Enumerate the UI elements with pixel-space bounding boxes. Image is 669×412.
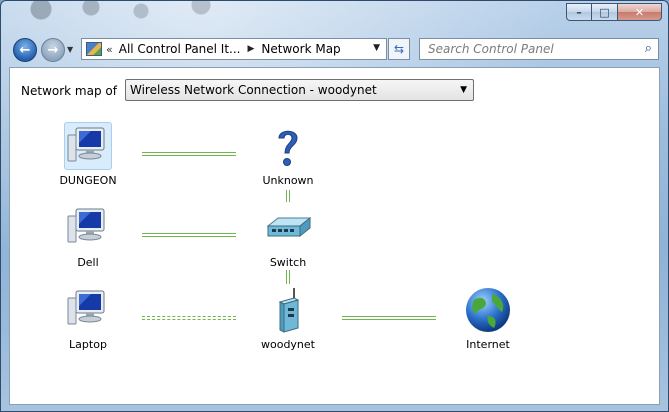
node-label: Dell [77,256,99,269]
breadcrumb-overflow-icon[interactable]: « [106,43,113,56]
close-icon: ✕ [634,5,645,19]
node-dell[interactable]: Dell [33,204,143,269]
address-dropdown-icon[interactable]: ▼ [373,43,380,53]
maximize-icon: □ [599,5,610,19]
connection-select[interactable]: Wireless Network Connection - woodynet ▼ [125,79,474,101]
link-dell-switch [142,233,236,237]
breadcrumb-all-control-panel[interactable]: All Control Panel It... [119,42,241,56]
desktop-background-strip [1,1,261,35]
node-label: Internet [466,338,510,351]
computer-icon [64,286,112,334]
search-box[interactable]: ⌕ [419,38,659,60]
minimize-button[interactable]: – [566,3,592,21]
network-map-of-label: Network map of [21,84,117,98]
back-button[interactable]: ← [13,38,37,62]
network-switch-icon [264,204,312,252]
node-laptop[interactable]: Laptop [33,286,143,351]
node-unknown[interactable]: Unknown [233,122,343,187]
node-dungeon[interactable]: DUNGEON [33,122,143,187]
caption-buttons: – □ ✕ [566,3,662,21]
computer-icon [64,204,112,252]
search-icon[interactable]: ⌕ [645,41,652,56]
node-router[interactable]: woodynet [233,286,343,351]
computer-icon [64,122,112,170]
node-internet[interactable]: Internet [433,286,543,351]
node-label: DUNGEON [59,174,117,187]
chevron-down-icon: ▼ [460,85,467,95]
link-router-internet [342,316,436,320]
address-bar[interactable]: « All Control Panel It... ▶ Network Map … [81,38,387,60]
connection-select-value: Wireless Network Connection - woodynet [130,83,377,97]
search-input[interactable] [426,41,640,57]
wireless-router-icon [264,286,312,334]
link-laptop-router-wireless [142,316,236,320]
node-label: Laptop [69,338,107,351]
node-label: Unknown [262,174,314,187]
close-button[interactable]: ✕ [618,3,662,21]
minimize-icon: – [576,5,582,19]
link-dungeon-unknown [142,152,236,156]
control-panel-icon [86,42,102,56]
node-switch[interactable]: Switch [233,204,343,269]
maximize-button[interactable]: □ [592,3,618,21]
refresh-icon: ⇆ [393,42,405,56]
network-map-pane: Network map of Wireless Network Connecti… [9,67,660,405]
node-label: woodynet [260,338,315,351]
link-unknown-switch [286,190,290,202]
refresh-button[interactable]: ⇆ [388,38,410,60]
recent-pages-dropdown[interactable]: ▼ [67,45,77,55]
link-switch-router [286,270,290,284]
forward-arrow-icon: → [47,42,59,58]
question-mark-icon [264,122,312,170]
back-arrow-icon: ← [19,42,31,58]
breadcrumb-separator-icon[interactable]: ▶ [248,44,255,54]
forward-button[interactable]: → [41,38,65,62]
breadcrumb-network-map[interactable]: Network Map [261,42,340,56]
window-frame: – □ ✕ ← → ▼ « All Control Panel It... ▶ … [0,0,669,412]
globe-icon [464,286,512,334]
node-label: Switch [269,256,307,269]
